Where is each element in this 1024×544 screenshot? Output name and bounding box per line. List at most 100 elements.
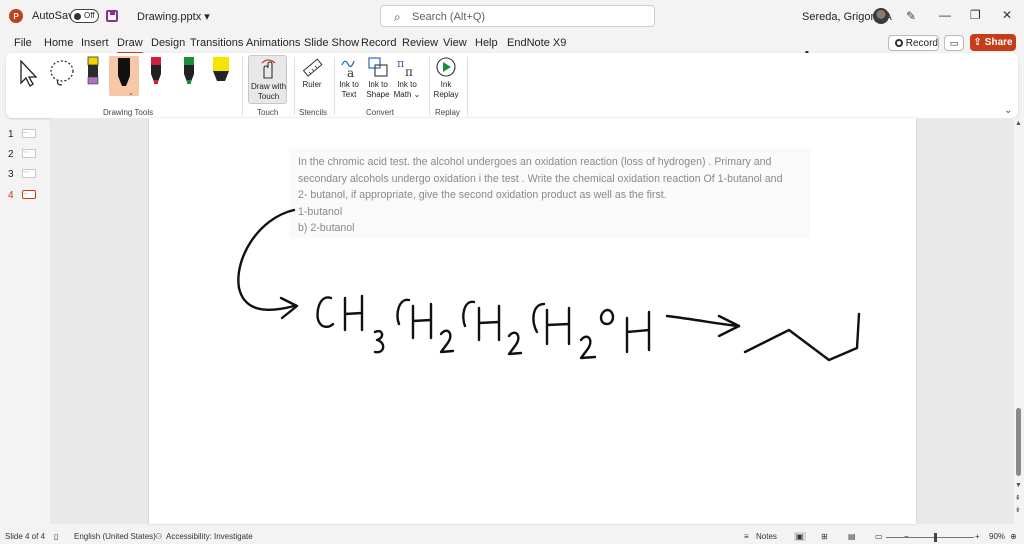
comment-icon: ▭ xyxy=(949,38,959,48)
select-arrow-icon[interactable] xyxy=(17,59,41,87)
zoom-level[interactable]: 90% xyxy=(989,532,1005,541)
normal-view-icon[interactable]: ▣ xyxy=(794,532,806,541)
comments-button[interactable]: ▭ xyxy=(944,35,964,51)
tab-design[interactable]: Design xyxy=(151,37,185,49)
thumbnail-slide-2[interactable]: 2 ~~ xyxy=(0,146,50,164)
thumbnail-slide-4[interactable]: 4 — xyxy=(0,187,50,205)
thumbnail-preview: ~~ xyxy=(22,169,36,178)
ink-replay-icon[interactable] xyxy=(435,56,457,78)
svg-text:⌄: ⌄ xyxy=(128,89,134,96)
ink-to-shape-icon[interactable] xyxy=(367,56,389,78)
ribbon-separator xyxy=(242,57,243,115)
thumbnail-number: 3 xyxy=(8,169,14,180)
title-bar: P AutoSave Off Drawing.pptx ▾ ⌕ Search (… xyxy=(0,0,1024,33)
record-icon xyxy=(895,39,903,47)
slide-show-icon[interactable]: ▭ xyxy=(875,532,883,541)
pen-yellow-icon[interactable] xyxy=(86,56,100,88)
group-drawing-tools: Drawing Tools xyxy=(103,108,154,117)
ink-replay-label[interactable]: Ink Replay xyxy=(432,80,460,100)
draw-with-touch-button[interactable]: Draw with Touch xyxy=(248,55,287,104)
search-input[interactable]: ⌕ Search (Alt+Q) xyxy=(380,5,655,27)
ink-to-text-icon[interactable]: a xyxy=(339,56,361,78)
autosave-toggle[interactable]: Off xyxy=(70,9,99,23)
spelling-icon[interactable]: ▯ xyxy=(54,532,58,541)
ink-to-math-label[interactable]: Ink to Math ⌄ xyxy=(392,80,422,100)
tab-home[interactable]: Home xyxy=(44,37,73,49)
slide-sorter-icon[interactable]: ⊞ xyxy=(821,532,828,541)
thumbnail-number: 2 xyxy=(8,149,14,160)
scrollbar-thumb[interactable] xyxy=(1016,408,1021,476)
tab-review[interactable]: Review xyxy=(402,37,438,49)
tab-transitions[interactable]: Transitions xyxy=(190,37,243,49)
record-button[interactable]: Record xyxy=(888,35,939,51)
handwritten-ink-drawing[interactable] xyxy=(149,118,916,524)
reading-view-icon[interactable]: ▤ xyxy=(848,532,856,541)
vertical-scrollbar[interactable]: ▲ ▼ ⇞ ⇟ xyxy=(1014,118,1024,524)
zoom-slider[interactable] xyxy=(886,537,974,538)
file-name[interactable]: Drawing.pptx ▾ xyxy=(137,10,210,23)
restore-button[interactable]: ❐ xyxy=(970,8,981,22)
previous-slide-icon[interactable]: ⇞ xyxy=(1015,494,1021,502)
tab-draw[interactable]: Draw xyxy=(117,37,143,54)
language-label[interactable]: English (United States) xyxy=(74,532,156,541)
powerpoint-logo-icon: P xyxy=(9,9,23,23)
notes-icon[interactable]: ≡ xyxy=(744,532,749,541)
ink-to-shape-label[interactable]: Ink to Shape xyxy=(364,80,392,100)
pen-red-icon[interactable] xyxy=(148,56,164,88)
tab-animations[interactable]: Animations xyxy=(246,37,300,49)
group-convert: Convert xyxy=(366,108,395,117)
lasso-select-icon[interactable] xyxy=(48,58,78,88)
zoom-in-icon[interactable]: + xyxy=(975,532,980,541)
fit-to-window-icon[interactable]: ⊕ xyxy=(1010,532,1017,541)
tab-insert[interactable]: Insert xyxy=(81,37,109,49)
pen-black-icon[interactable]: ⌄ xyxy=(114,56,134,96)
zoom-slider-knob[interactable] xyxy=(934,533,937,542)
svg-text:π: π xyxy=(405,65,413,78)
accessibility-icon[interactable]: ⚇ xyxy=(155,532,162,541)
touch-hand-icon xyxy=(261,59,276,79)
tab-help[interactable]: Help xyxy=(475,37,498,49)
tab-endnote[interactable]: EndNote X9 xyxy=(507,37,566,49)
group-stencils: Stencils xyxy=(299,108,328,117)
highlighter-yellow-icon[interactable] xyxy=(211,56,231,88)
draw-ribbon: ⌄ Drawing Tools Draw with Touch Touch Ru… xyxy=(6,53,1018,118)
thumbnail-number: 4 xyxy=(8,190,14,201)
tab-record[interactable]: Record xyxy=(361,37,396,49)
draw-with-touch-label: Draw with Touch xyxy=(250,82,287,101)
ribbon-tabs: File Home Insert Draw Design Transitions… xyxy=(0,33,1024,54)
search-placeholder: Search (Alt+Q) xyxy=(412,11,486,23)
thumbnail-number: 1 xyxy=(8,129,14,140)
tab-file[interactable]: File xyxy=(14,37,32,49)
accessibility-status[interactable]: Accessibility: Investigate xyxy=(166,532,253,541)
thumbnail-slide-3[interactable]: 3 ~~ xyxy=(0,166,50,184)
thumbnail-preview: — xyxy=(22,190,36,199)
scroll-up-arrow-icon[interactable]: ▲ xyxy=(1015,120,1022,127)
powerpoint-window: P AutoSave Off Drawing.pptx ▾ ⌕ Search (… xyxy=(0,0,1024,544)
save-icon[interactable] xyxy=(106,10,118,22)
slide-counter: Slide 4 of 4 xyxy=(5,532,46,541)
next-slide-icon[interactable]: ⇟ xyxy=(1015,506,1021,514)
slide-canvas[interactable]: In the chromic acid test. the alcohol un… xyxy=(149,118,916,524)
search-icon: ⌕ xyxy=(394,10,401,24)
thumbnail-slide-1[interactable]: 1 — xyxy=(0,126,50,144)
tab-slide-show[interactable]: Slide Show xyxy=(304,37,359,49)
scroll-down-arrow-icon[interactable]: ▼ xyxy=(1015,482,1022,489)
share-button[interactable]: ⇪ Share xyxy=(970,34,1016,51)
ink-to-text-label[interactable]: Ink to Text xyxy=(336,80,362,100)
minimize-button[interactable]: — xyxy=(939,8,951,22)
pen-icon[interactable]: ✎ xyxy=(906,9,916,23)
thumbnail-preview: ~~ xyxy=(22,149,36,158)
tab-view[interactable]: View xyxy=(443,37,467,49)
ink-to-math-icon[interactable]: π π xyxy=(396,56,418,78)
toggle-knob xyxy=(74,13,81,20)
avatar[interactable] xyxy=(873,8,889,24)
close-button[interactable]: ✕ xyxy=(1002,8,1012,22)
ribbon-separator xyxy=(467,57,468,115)
pen-green-icon[interactable] xyxy=(181,56,197,88)
collapse-ribbon-chevron-icon[interactable]: ⌄ xyxy=(1004,105,1012,116)
notes-button[interactable]: Notes xyxy=(756,532,777,541)
ruler-label[interactable]: Ruler xyxy=(299,80,325,90)
thumbnail-preview: — xyxy=(22,129,36,138)
svg-text:π: π xyxy=(397,57,404,70)
ruler-icon[interactable] xyxy=(301,57,323,79)
